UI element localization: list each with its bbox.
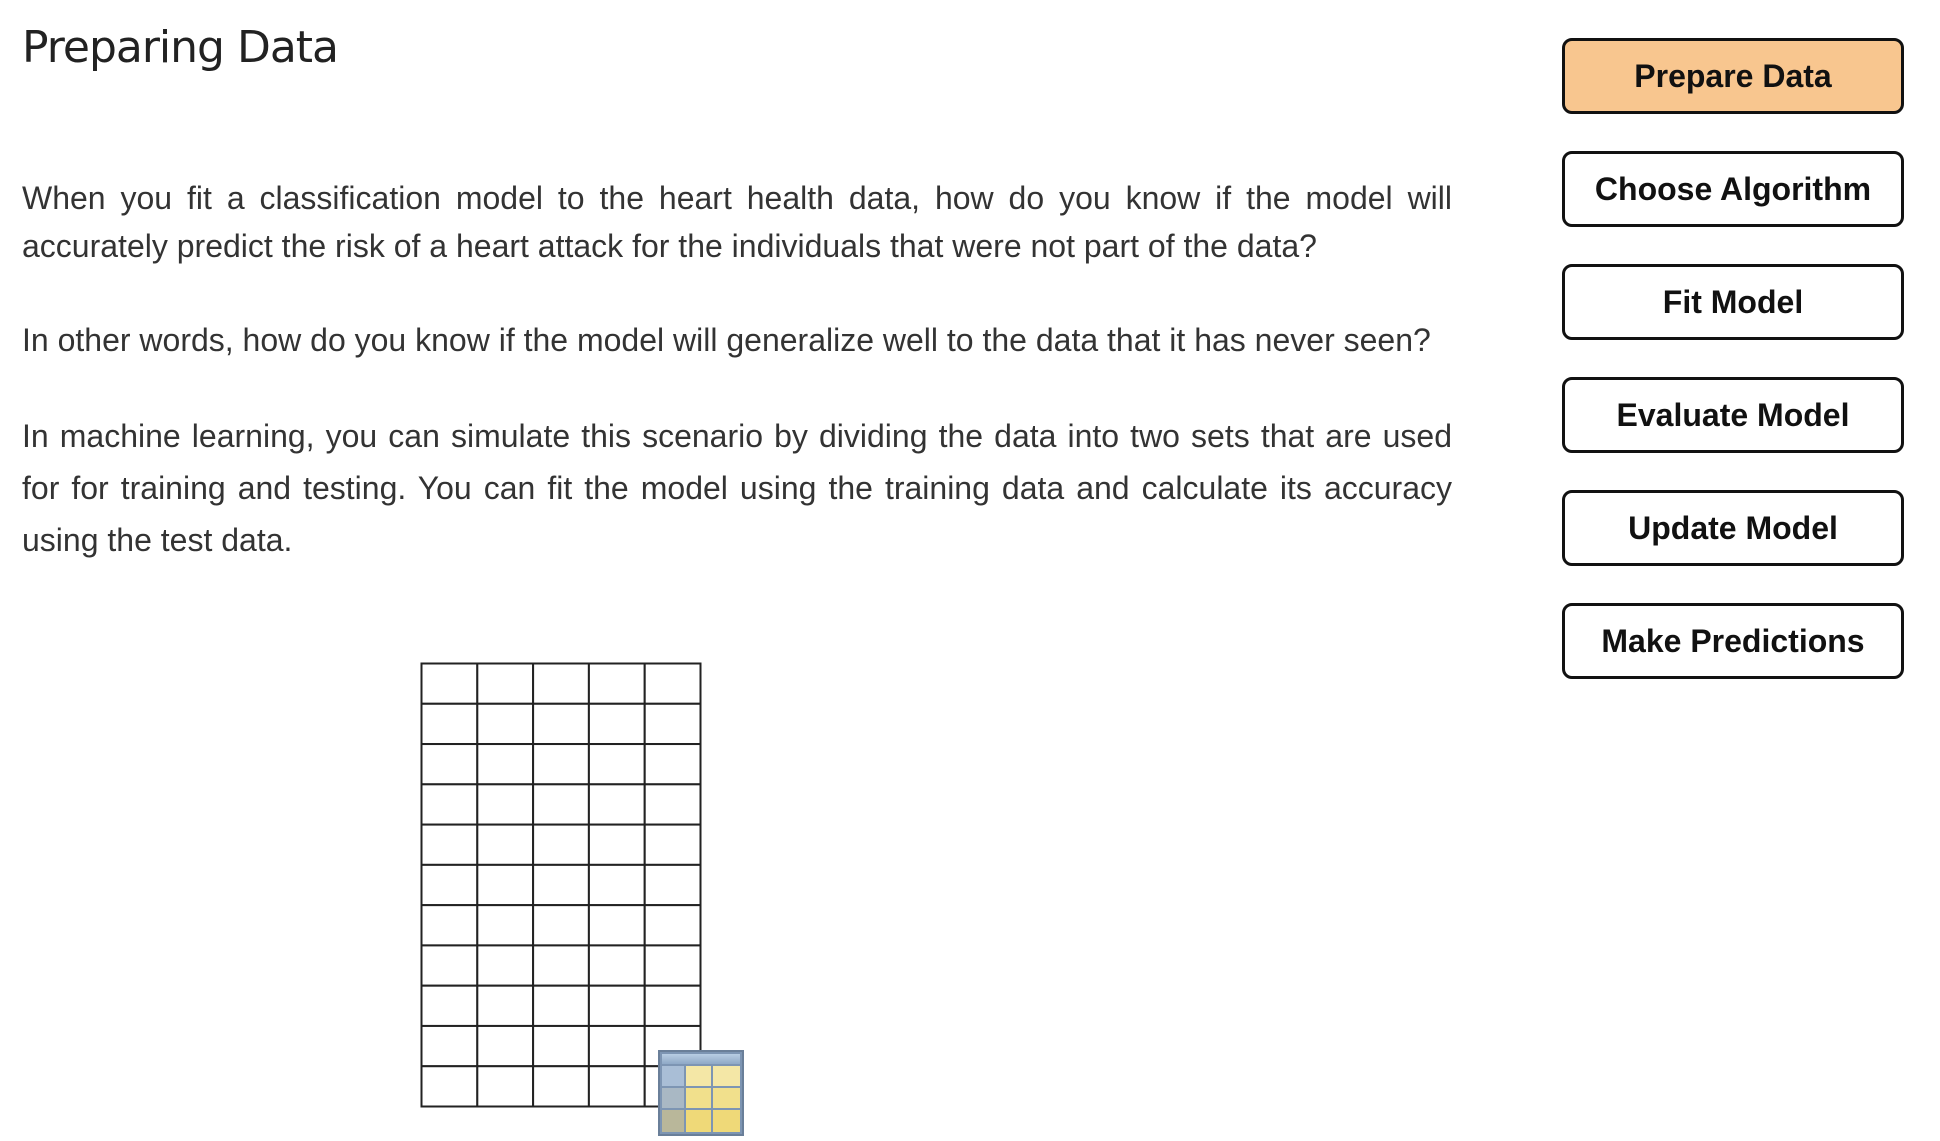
grid-cell	[476, 984, 535, 1027]
grid-cell	[587, 743, 646, 786]
evaluate-model-button[interactable]: Evaluate Model	[1562, 377, 1904, 453]
grid-cell	[587, 984, 646, 1027]
grid-cell	[532, 1065, 590, 1108]
update-model-button[interactable]: Update Model	[1562, 490, 1904, 566]
grid-cell	[587, 944, 646, 987]
grid-cell	[643, 743, 702, 786]
grid-cell	[476, 1065, 535, 1108]
grid-cell	[420, 1024, 479, 1068]
grid-cell	[532, 823, 590, 866]
grid-cell	[476, 702, 535, 746]
grid-cell	[420, 944, 479, 987]
grid-cell	[587, 1065, 646, 1108]
grid-cell	[476, 662, 535, 705]
grid-cell	[532, 743, 590, 786]
grid-cell	[643, 823, 702, 866]
paragraph-generalize: In other words, how do you know if the m…	[22, 322, 1431, 358]
grid-cell	[587, 904, 646, 947]
data-grid	[420, 662, 702, 1108]
grid-cell	[532, 984, 590, 1027]
grid-cell	[532, 783, 590, 826]
grid-cell	[420, 1065, 479, 1108]
make-predictions-button[interactable]: Make Predictions	[1562, 603, 1904, 679]
grid-cell	[476, 1024, 535, 1068]
grid-cell	[420, 783, 479, 826]
grid-cell	[587, 783, 646, 826]
grid-cell	[420, 662, 479, 705]
grid-cell	[587, 823, 646, 866]
grid-cell	[532, 863, 590, 907]
grid-cell	[476, 823, 535, 866]
grid-cell	[532, 904, 590, 947]
grid-cell	[643, 702, 702, 746]
grid-cell	[532, 662, 590, 705]
grid-cell	[532, 944, 590, 987]
grid-cell	[587, 863, 646, 907]
grid-cell	[532, 702, 590, 746]
grid-cell	[420, 823, 479, 866]
table-icon	[658, 1050, 744, 1136]
lesson-content: When you fit a classification model to t…	[22, 174, 1452, 566]
grid-cell	[476, 944, 535, 987]
grid-cell	[587, 662, 646, 705]
paragraph-intro: When you fit a classification model to t…	[22, 180, 1452, 264]
grid-cell	[420, 743, 479, 786]
grid-cell	[643, 662, 702, 705]
grid-cell	[643, 904, 702, 947]
grid-cell	[643, 783, 702, 826]
grid-cell	[587, 702, 646, 746]
grid-cell	[476, 863, 535, 907]
grid-cell	[420, 984, 479, 1027]
workflow-nav: Prepare Data Choose Algorithm Fit Model Eva…	[1562, 38, 1904, 716]
fit-model-button[interactable]: Fit Model	[1562, 264, 1904, 340]
grid-cell	[643, 863, 702, 907]
page-title: Preparing Data	[22, 22, 339, 73]
grid-cell	[532, 1024, 590, 1068]
grid-cell	[476, 743, 535, 786]
grid-cell	[587, 1024, 646, 1068]
grid-cell	[476, 904, 535, 947]
paragraph-train-test: In machine learning, you can simulate th…	[22, 418, 1452, 558]
prepare-data-button[interactable]: Prepare Data	[1562, 38, 1904, 114]
grid-cell	[420, 904, 479, 947]
grid-cell	[643, 944, 702, 987]
grid-cell	[420, 702, 479, 746]
data-grid-figure	[420, 662, 702, 1108]
grid-cell	[420, 863, 479, 907]
grid-cell	[643, 984, 702, 1027]
choose-algorithm-button[interactable]: Choose Algorithm	[1562, 151, 1904, 227]
grid-cell	[476, 783, 535, 826]
